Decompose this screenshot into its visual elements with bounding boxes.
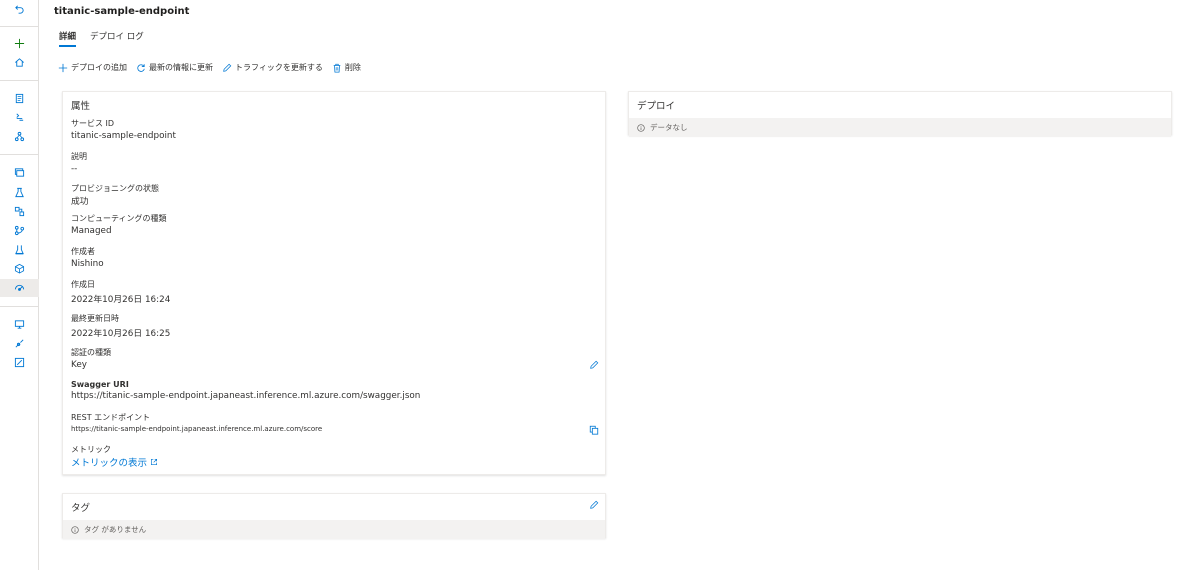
creator-value: Nishino xyxy=(71,259,104,269)
updated-date-field: 最終更新日時 2022年10月26日 16:25 xyxy=(71,313,170,339)
copy-endpoint-button[interactable] xyxy=(589,425,601,437)
page-title: titanic-sample-endpoint xyxy=(54,6,190,17)
compute-type-label: コンピューティングの種類 xyxy=(71,214,167,223)
update-traffic-label: トラフィックを更新する xyxy=(235,63,323,72)
designer-icon[interactable] xyxy=(0,127,39,145)
compute-icon[interactable] xyxy=(0,240,39,258)
deploy-title: デプロイ xyxy=(637,101,676,112)
metrics-label: メトリック xyxy=(71,445,111,454)
rest-endpoint-label: REST エンドポイント xyxy=(71,413,151,422)
new-icon[interactable] xyxy=(0,34,39,52)
tab-bar: 詳細 デプロイ ログ xyxy=(59,30,144,47)
swagger-label: Swagger URI xyxy=(71,380,129,389)
compute-type-value: Managed xyxy=(71,226,112,236)
service-id-field: サービス ID titanic-sample-endpoint xyxy=(71,118,176,141)
service-id-label: サービス ID xyxy=(71,119,115,128)
compute-type-field: コンピューティングの種類 Managed xyxy=(71,213,167,236)
tags-title: タグ xyxy=(71,503,91,514)
auth-type-label: 認証の種類 xyxy=(71,348,111,357)
creator-field: 作成者 Nishino xyxy=(71,246,104,269)
plus-icon xyxy=(58,63,68,72)
tags-card: タグ タグ がありません xyxy=(62,493,606,539)
description-value: -- xyxy=(71,164,78,174)
service-id-value: titanic-sample-endpoint xyxy=(71,131,176,141)
provisioning-label: プロビジョニングの状態 xyxy=(71,184,159,193)
updated-date-label: 最終更新日時 xyxy=(71,314,119,323)
data-labeling-icon[interactable] xyxy=(0,353,39,371)
updated-date-value: 2022年10月26日 16:25 xyxy=(71,329,171,339)
metrics-field: メトリック メトリックの表示 xyxy=(71,444,158,469)
deploy-empty-text: データなし xyxy=(650,123,688,132)
endpoints-icon[interactable] xyxy=(0,279,39,297)
pencil-icon xyxy=(590,360,599,369)
refresh-icon xyxy=(137,63,145,72)
provisioning-field: プロビジョニングの状態 成功 xyxy=(71,183,159,207)
view-metrics-label: メトリックの表示 xyxy=(71,458,148,469)
back-icon[interactable] xyxy=(0,0,39,18)
rest-endpoint-value: https://titanic-sample-endpoint.japaneas… xyxy=(71,425,323,433)
edit-tags-button[interactable] xyxy=(589,500,601,512)
tab-details[interactable]: 詳細 xyxy=(59,30,77,47)
notebook-icon[interactable] xyxy=(0,89,39,107)
description-label: 説明 xyxy=(71,152,87,161)
linked-services-icon[interactable] xyxy=(0,334,39,352)
models-icon[interactable] xyxy=(0,259,39,277)
refresh-label: 最新の情報に更新 xyxy=(149,63,213,72)
add-deploy-button[interactable]: デプロイの追加 xyxy=(58,62,127,73)
tab-deploy-logs[interactable]: デプロイ ログ xyxy=(90,30,144,47)
swagger-field: Swagger URI https://titanic-sample-endpo… xyxy=(71,380,420,401)
delete-label: 削除 xyxy=(344,63,361,72)
trash-icon xyxy=(333,63,341,73)
created-date-field: 作成日 2022年10月26日 16:24 xyxy=(71,279,170,305)
info-icon xyxy=(637,123,645,132)
environments-icon[interactable] xyxy=(0,221,39,239)
auth-type-field: 認証の種類 Key xyxy=(71,347,111,370)
command-bar: デプロイの追加 最新の情報に更新 トラフィックを更新する 削除 xyxy=(58,62,361,73)
automl-icon[interactable] xyxy=(0,108,39,126)
properties-card: 属性 サービス ID titanic-sample-endpoint 説明 --… xyxy=(62,91,606,475)
home-icon[interactable] xyxy=(0,53,39,71)
created-date-label: 作成日 xyxy=(71,280,95,289)
creator-label: 作成者 xyxy=(71,247,95,256)
left-nav-rail xyxy=(0,0,39,570)
experiments-icon[interactable] xyxy=(0,183,39,201)
auth-type-value: Key xyxy=(71,360,87,370)
external-link-icon xyxy=(151,459,158,465)
pipelines-icon[interactable] xyxy=(0,202,39,220)
description-field: 説明 -- xyxy=(71,151,87,174)
created-date-value: 2022年10月26日 16:24 xyxy=(71,295,171,305)
tags-empty-message: タグ がありません xyxy=(63,520,605,539)
deploy-card: デプロイ データなし xyxy=(628,91,1172,137)
copy-icon xyxy=(589,425,599,435)
view-metrics-link[interactable]: メトリックの表示 xyxy=(71,455,158,469)
edit-auth-button[interactable] xyxy=(589,360,601,372)
compute-instance-icon[interactable] xyxy=(0,315,39,333)
properties-title: 属性 xyxy=(71,101,91,112)
add-deploy-label: デプロイの追加 xyxy=(71,63,127,72)
pencil-icon xyxy=(590,500,599,509)
edit-icon xyxy=(223,63,232,72)
rest-endpoint-field: REST エンドポイント https://titanic-sample-endp… xyxy=(71,412,322,433)
delete-button[interactable]: 削除 xyxy=(332,62,361,73)
tags-empty-text: タグ がありません xyxy=(84,525,147,534)
datasets-icon[interactable] xyxy=(0,163,39,181)
provisioning-value: 成功 xyxy=(71,197,89,207)
info-icon xyxy=(71,525,79,534)
refresh-button[interactable]: 最新の情報に更新 xyxy=(136,62,213,73)
swagger-value: https://titanic-sample-endpoint.japaneas… xyxy=(71,391,421,401)
update-traffic-button[interactable]: トラフィックを更新する xyxy=(222,62,323,73)
deploy-empty-message: データなし xyxy=(629,118,1171,137)
